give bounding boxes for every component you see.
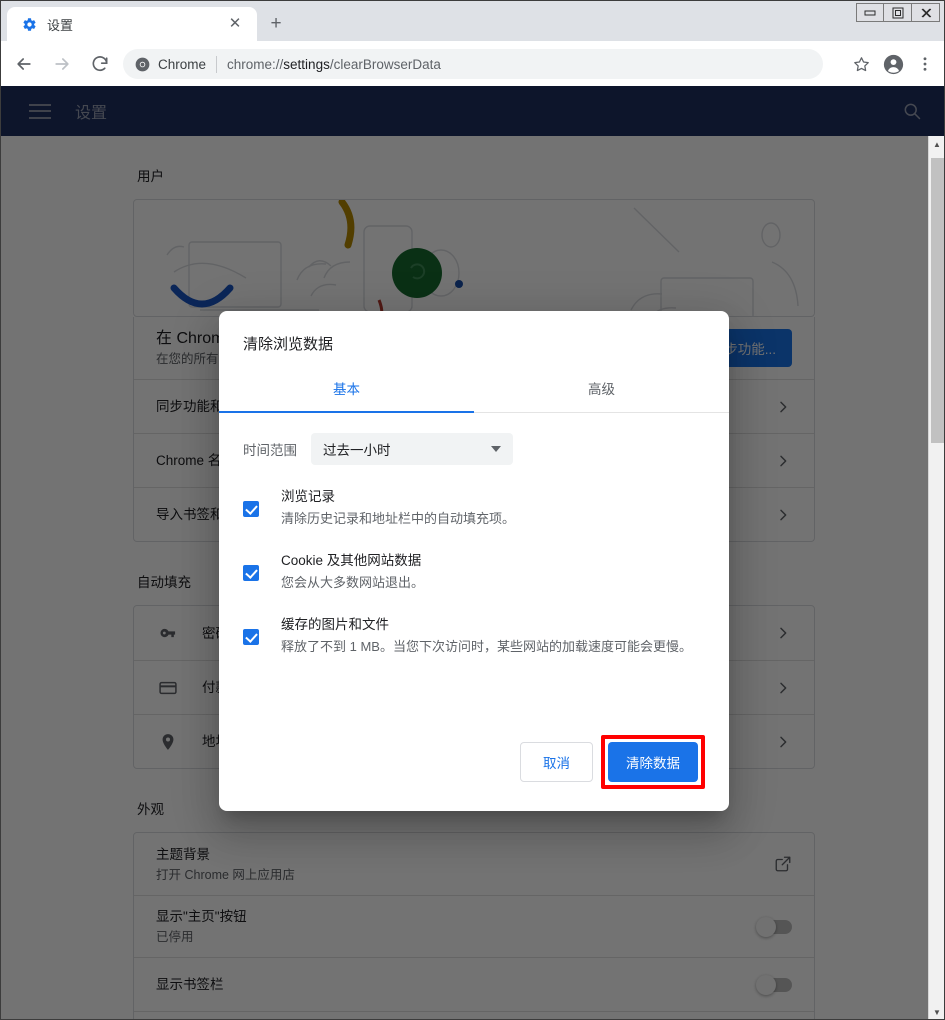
time-range-select[interactable]: 过去一小时 [311,433,513,465]
checkbox-sub: 释放了不到 1 MB。当您下次访问时，某些网站的加载速度可能会更慢。 [281,639,692,654]
forward-button[interactable] [47,49,77,79]
url-bold: settings [283,56,330,72]
clear-data-button[interactable]: 清除数据 [608,742,698,782]
checkbox-title: Cookie 及其他网站数据 [281,553,422,568]
new-tab-button[interactable]: + [263,11,289,37]
time-range-label: 时间范围 [243,443,297,458]
url-suffix: /clearBrowserData [329,56,441,72]
dialog-tabs: 基本 高级 [219,368,729,413]
tab-active-underline [219,411,474,413]
clear-data-highlight-box: 清除数据 [601,735,705,789]
dialog-footer: 取消 清除数据 [219,735,729,811]
profile-avatar-icon[interactable] [878,49,908,79]
window-close-button[interactable] [912,3,940,22]
window-controls [856,3,940,22]
checkbox-row-cookies: Cookie 及其他网站数据 您会从大多数网站退出。 [243,551,705,593]
tab-advanced[interactable]: 高级 [474,368,729,412]
time-range-field: 时间范围 过去一小时 [243,433,705,465]
checkbox-title: 缓存的图片和文件 [281,617,389,632]
scroll-up-arrow-icon[interactable]: ▲ [929,136,944,153]
tab-strip: 设置 ✕ + [1,1,944,41]
checkbox-row-cached-images: 缓存的图片和文件 释放了不到 1 MB。当您下次访问时，某些网站的加载速度可能会… [243,615,705,657]
browser-toolbar: Chrome chrome://settings/clearBrowserDat… [1,41,944,86]
omnibox-chrome-chip: Chrome [135,57,206,72]
checkbox-title: 浏览记录 [281,489,335,504]
browser-tab-settings[interactable]: 设置 ✕ [7,7,257,41]
checkbox-cookies[interactable] [243,565,259,581]
omnibox-url: chrome://settings/clearBrowserData [227,57,441,72]
bookmark-star-icon[interactable] [846,49,876,79]
checkbox-row-browsing-history: 浏览记录 清除历史记录和地址栏中的自动填充项。 [243,487,705,529]
chrome-menu-icon[interactable] [910,49,940,79]
tab-basic[interactable]: 基本 [219,368,474,412]
toolbar-right-actions [846,49,940,79]
tab-title: 设置 [47,17,74,33]
scroll-down-arrow-icon[interactable]: ▼ [929,1004,944,1019]
cancel-button[interactable]: 取消 [520,742,593,782]
url-prefix: chrome:// [227,56,284,72]
dialog-title: 清除浏览数据 [243,336,334,353]
page-scrollbar[interactable]: ▲ ▼ [928,136,944,1019]
checkbox-browsing-history[interactable] [243,501,259,517]
omnibox-chip-label: Chrome [158,56,207,72]
time-range-value: 过去一小时 [323,443,391,458]
window-maximize-button[interactable] [884,3,912,22]
reload-button[interactable] [85,49,115,79]
back-button[interactable] [9,49,39,79]
checkbox-text: 缓存的图片和文件 释放了不到 1 MB。当您下次访问时，某些网站的加载速度可能会… [281,615,692,657]
checkbox-cached-images[interactable] [243,629,259,645]
browser-window: 设置 ✕ + Chrome chrome://settings/clearBro… [0,0,945,1020]
dialog-body: 时间范围 过去一小时 浏览记录 清除历史记录和地址栏中的自动填充项。 Cooki… [219,413,729,735]
omnibox-separator [216,55,218,73]
scrollbar-thumb[interactable] [931,158,944,443]
checkbox-sub: 您会从大多数网站退出。 [281,575,425,590]
window-minimize-button[interactable] [856,3,884,22]
checkbox-text: Cookie 及其他网站数据 您会从大多数网站退出。 [281,551,424,593]
checkbox-sub: 清除历史记录和地址栏中的自动填充项。 [281,511,516,526]
settings-gear-favicon-icon [21,16,37,32]
chrome-logo-icon [135,57,150,71]
tab-close-icon[interactable]: ✕ [227,16,243,32]
clear-browsing-data-dialog: 清除浏览数据 基本 高级 时间范围 过去一小时 浏览记录 清除历史记录和地址栏中… [219,311,729,811]
checkbox-text: 浏览记录 清除历史记录和地址栏中的自动填充项。 [281,487,515,529]
chevron-down-icon [491,446,501,452]
address-bar[interactable]: Chrome chrome://settings/clearBrowserDat… [123,49,823,79]
